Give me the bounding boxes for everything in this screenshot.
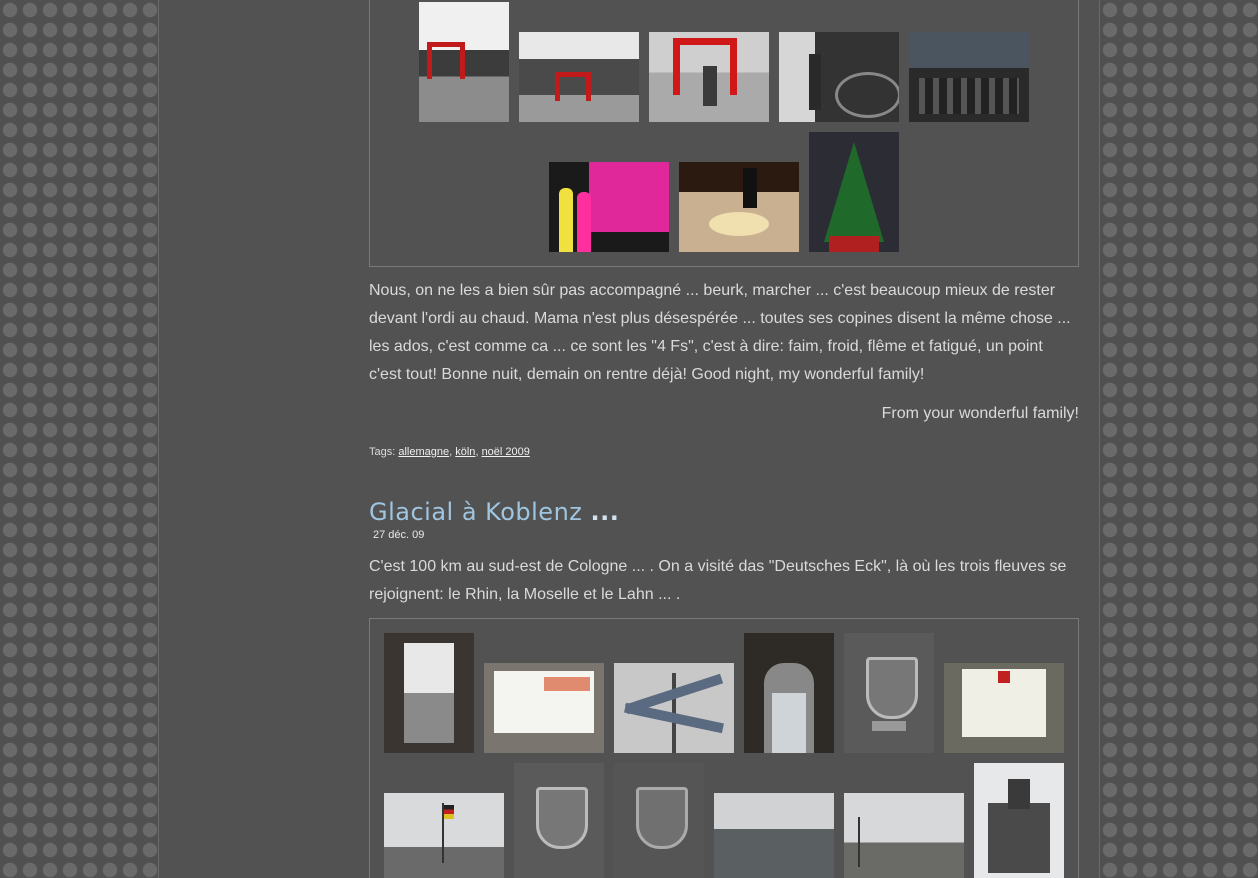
photo-thumbnail[interactable] [844,793,964,878]
photo-gallery-1 [369,0,1079,267]
photo-thumbnail[interactable] [844,633,934,753]
photo-thumbnail[interactable] [614,763,704,878]
photo-thumbnail[interactable] [484,663,604,753]
photo-thumbnail[interactable] [514,763,604,878]
photo-thumbnail[interactable] [944,663,1064,753]
photo-thumbnail[interactable] [384,793,504,878]
photo-thumbnail[interactable] [549,162,669,252]
tag-link[interactable]: köln [455,446,475,458]
post-date: 27 déc. 09 [373,529,425,541]
post-title[interactable]: Glacial à Koblenz ... [369,498,619,526]
post-paragraph: Nous, on ne les a bien sûr pas accompagn… [369,282,1071,383]
post-title-text[interactable]: Glacial à Koblenz [369,498,582,526]
post-tags: Tags: allemagne, köln, noël 2009 [369,446,530,458]
post-title-ellipsis: ... [590,498,620,526]
main-content: Nous, on ne les a bien sûr pas accompagn… [369,0,1079,878]
post-paragraph: C'est 100 km au sud-est de Cologne ... .… [369,558,1067,603]
tag-link[interactable]: allemagne [398,446,449,458]
photo-thumbnail[interactable] [974,763,1064,878]
photo-thumbnail[interactable] [809,132,899,252]
photo-thumbnail[interactable] [384,633,474,753]
post-signoff: From your wonderful family! [881,405,1079,422]
photo-thumbnail[interactable] [649,32,769,122]
photo-thumbnail[interactable] [744,633,834,753]
photo-gallery-2 [369,618,1079,878]
photo-thumbnail[interactable] [419,2,509,122]
photo-thumbnail[interactable] [714,793,834,878]
photo-thumbnail[interactable] [779,32,899,122]
tags-label: Tags: [369,446,396,458]
tag-link[interactable]: noël 2009 [482,446,530,458]
photo-thumbnail[interactable] [909,32,1029,122]
page-column: Nous, on ne les a bien sûr pas accompagn… [158,0,1100,878]
photo-thumbnail[interactable] [679,162,799,252]
photo-thumbnail[interactable] [519,32,639,122]
photo-thumbnail[interactable] [614,663,734,753]
